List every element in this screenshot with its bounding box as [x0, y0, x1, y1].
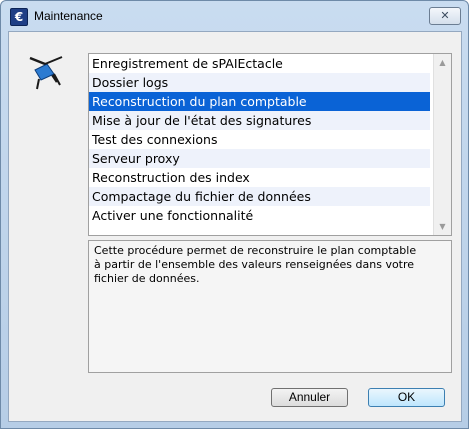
dialog-body: Enregistrement de sPAIEctacle Dossier lo…	[8, 31, 462, 422]
close-button[interactable]: ✕	[429, 7, 461, 25]
list-item[interactable]: Enregistrement de sPAIEctacle	[89, 54, 430, 73]
title-bar[interactable]: € Maintenance ✕	[1, 1, 468, 31]
list-item[interactable]: Serveur proxy	[89, 149, 430, 168]
scroll-up-arrow-icon[interactable]: ▲	[434, 54, 451, 71]
list-item[interactable]: Activer une fonctionnalité	[89, 206, 430, 225]
ok-button[interactable]: OK	[368, 388, 445, 407]
cancel-button[interactable]: Annuler	[271, 388, 348, 407]
list-item[interactable]: Compactage du fichier de données	[89, 187, 430, 206]
list-item[interactable]: Mise à jour de l'état des signatures	[89, 111, 430, 130]
euro-app-icon: €	[10, 8, 28, 26]
list-item[interactable]: Dossier logs	[89, 73, 430, 92]
maintenance-options-list[interactable]: Enregistrement de sPAIEctacle Dossier lo…	[88, 53, 452, 236]
maintenance-dialog: € Maintenance ✕ Enregistrement de sPAIEc…	[0, 0, 469, 429]
list-scrollbar[interactable]: ▲ ▼	[433, 54, 451, 235]
description-box: Cette procédure permet de reconstruire l…	[88, 240, 452, 373]
window-title: Maintenance	[34, 9, 103, 23]
description-text: Cette procédure permet de reconstruire l…	[94, 244, 417, 285]
deckchair-logo-icon	[29, 56, 63, 90]
list-item[interactable]: Reconstruction des index	[89, 168, 430, 187]
list-item-selected[interactable]: Reconstruction du plan comptable	[89, 92, 430, 111]
scroll-down-arrow-icon[interactable]: ▼	[434, 218, 451, 235]
list-item[interactable]: Test des connexions	[89, 130, 430, 149]
